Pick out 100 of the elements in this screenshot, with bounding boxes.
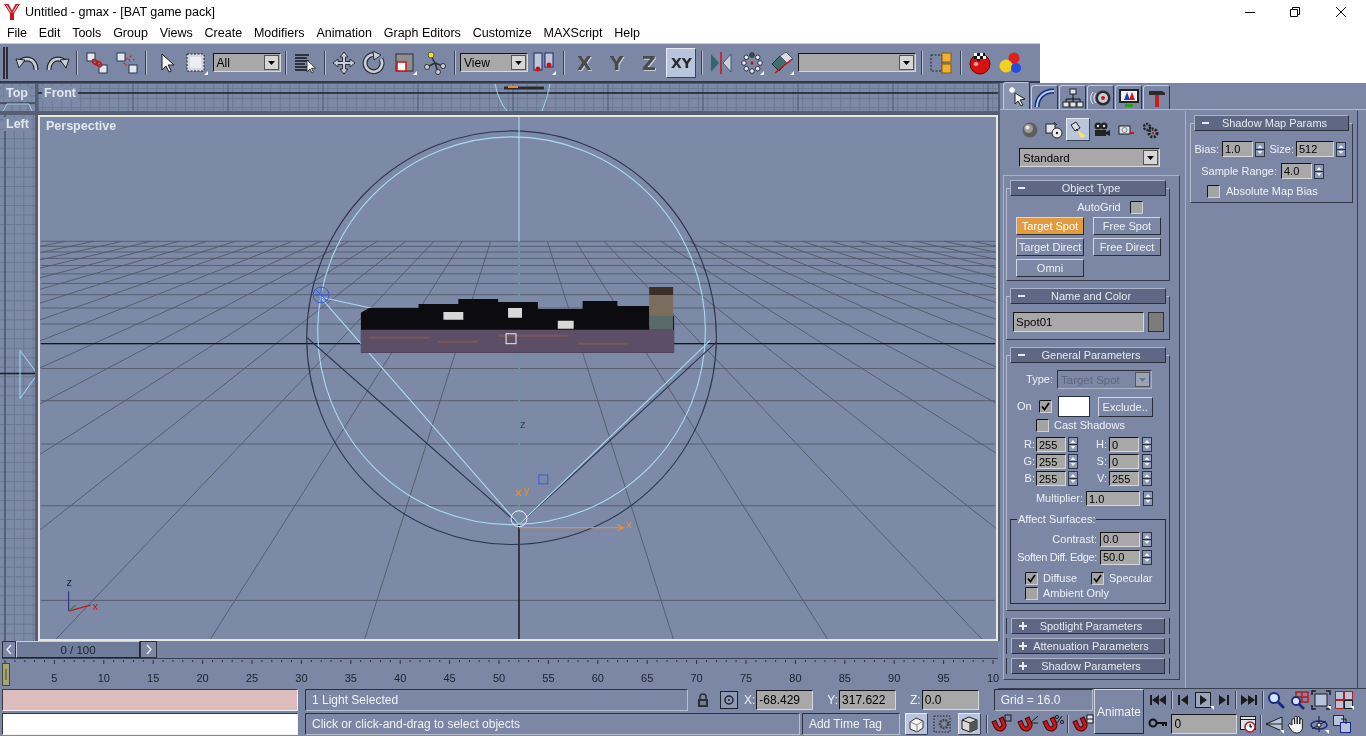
number-field[interactable]: 512 [1296, 141, 1334, 157]
checkbox[interactable] [1207, 185, 1220, 198]
move-icon[interactable] [332, 50, 357, 75]
chevron-left-icon[interactable] [2, 641, 16, 658]
menu-item[interactable]: Tools [66, 25, 108, 41]
spinner-icon[interactable] [1255, 141, 1265, 157]
checkbox[interactable] [1025, 572, 1038, 585]
menu-item[interactable]: Group [107, 25, 154, 41]
zoom-all-icon[interactable] [1288, 690, 1309, 710]
checkbox[interactable] [1038, 400, 1052, 413]
spinner-icon[interactable] [1142, 549, 1152, 565]
lock-icon[interactable] [697, 692, 709, 708]
spinner-icon[interactable] [1142, 531, 1152, 547]
time-config-icon[interactable] [1239, 715, 1257, 733]
spinner-icon[interactable] [1142, 437, 1152, 452]
menu-item[interactable]: Modifiers [248, 25, 311, 41]
number-field[interactable]: 0.0 [1100, 531, 1140, 547]
category-button[interactable] [1066, 118, 1090, 141]
field-of-view-icon[interactable] [1264, 714, 1284, 734]
rollout-header[interactable]: Attenuation Parameters [1011, 638, 1165, 654]
menu-item[interactable]: Animation [310, 25, 378, 41]
menu-item[interactable]: Views [153, 25, 199, 41]
rollout-header[interactable]: Shadow Map Params [1194, 115, 1349, 131]
material-spheres-icon[interactable] [998, 50, 1023, 75]
menu-item[interactable]: MAXScript [537, 25, 609, 41]
number-field[interactable]: 0 [1109, 437, 1139, 452]
menu-item[interactable]: Edit [32, 25, 67, 41]
selection-region-icon[interactable] [184, 50, 209, 75]
render-icon[interactable] [967, 50, 992, 75]
number-field[interactable]: 50.0 [1100, 549, 1140, 565]
plus-icon[interactable] [1019, 622, 1027, 630]
axis-constraint-button[interactable]: XY [666, 47, 697, 78]
magnet-icon[interactable] [1072, 714, 1094, 734]
spinner-icon[interactable] [1068, 471, 1078, 486]
plus-icon[interactable] [1019, 662, 1027, 670]
rollout-header[interactable]: General Parameters [1010, 347, 1166, 363]
spinner-icon[interactable] [1142, 454, 1152, 469]
spinner-icon[interactable] [1142, 471, 1152, 486]
rounded-cube-icon[interactable] [904, 713, 928, 735]
coordinate-field[interactable]: -68.429 [756, 690, 814, 710]
selection-filter-dropdown[interactable]: All [212, 53, 281, 72]
close-icon[interactable] [1336, 6, 1346, 17]
rollout-header[interactable]: Shadow Parameters [1011, 658, 1165, 674]
current-frame-field[interactable]: 0 [1170, 714, 1237, 734]
color-swatch-icon[interactable] [1148, 312, 1164, 332]
unlink-icon[interactable] [114, 50, 139, 75]
panel-tab[interactable] [1115, 85, 1142, 109]
mirror-icon[interactable] [709, 50, 734, 75]
plus-icon[interactable] [1019, 642, 1027, 650]
number-field[interactable]: 0 [1109, 454, 1139, 469]
zoom-icon[interactable] [1266, 690, 1286, 710]
panel-tab[interactable] [1003, 82, 1030, 109]
number-field[interactable]: 255 [1109, 471, 1139, 486]
number-field[interactable]: 1.0 [1086, 491, 1140, 506]
menu-item[interactable]: Graph Editors [377, 25, 467, 41]
color-swatch-icon[interactable] [1057, 396, 1090, 417]
play-icon[interactable] [1193, 690, 1214, 710]
pivot-point-icon[interactable] [532, 50, 557, 75]
maximize-viewport-icon[interactable] [1331, 714, 1352, 734]
circle-array-icon[interactable] [739, 50, 764, 75]
arc-rotate-icon[interactable] [1309, 714, 1329, 734]
time-slider-thumb[interactable]: 0 / 100 [16, 641, 140, 658]
frame-marker-icon[interactable] [2, 663, 10, 686]
spinner-icon[interactable] [1314, 163, 1324, 179]
menu-item[interactable]: Create [198, 25, 248, 41]
script-listener-field[interactable] [2, 713, 298, 735]
checkbox[interactable] [1036, 419, 1049, 432]
panel-tab[interactable] [1087, 85, 1114, 109]
named-selection-dropdown[interactable] [798, 53, 917, 72]
number-field[interactable]: 255 [1036, 454, 1066, 469]
toolbar-grip[interactable] [3, 46, 8, 79]
coordinate-field[interactable]: 0.0 [921, 690, 979, 710]
node-tripod-icon[interactable] [423, 50, 448, 75]
spinner-icon[interactable] [1143, 491, 1153, 506]
rotate-icon[interactable] [362, 50, 387, 75]
panel-tab[interactable] [1059, 85, 1086, 109]
name-field[interactable]: Spot01 [1013, 312, 1144, 332]
coordinate-field[interactable]: 317.622 [839, 690, 897, 710]
subcategory-dropdown[interactable]: Standard [1019, 148, 1160, 167]
spinner-icon[interactable] [1336, 141, 1346, 157]
menu-item[interactable]: Customize [466, 25, 538, 41]
selection-sets-icon[interactable] [929, 50, 954, 75]
number-field[interactable]: 1.0 [1222, 141, 1253, 157]
rollout-header[interactable]: Object Type [1010, 180, 1166, 196]
spinner-icon[interactable] [1068, 437, 1078, 452]
restore-icon[interactable] [1290, 6, 1300, 17]
cube-icon[interactable] [958, 713, 982, 735]
panel-tab[interactable] [1143, 85, 1170, 109]
chevron-right-icon[interactable] [140, 641, 157, 658]
spinner-icon[interactable] [1068, 454, 1078, 469]
scale-icon[interactable] [392, 50, 417, 75]
align-icon[interactable] [769, 50, 794, 75]
number-field[interactable]: 255 [1036, 437, 1066, 452]
menu-item[interactable]: File [1, 25, 33, 41]
checkbox[interactable] [1091, 572, 1104, 585]
zoom-extents-icon[interactable] [1311, 690, 1331, 710]
rollout-header[interactable]: Name and Color [1010, 288, 1166, 304]
link-icon[interactable] [84, 50, 109, 75]
rollout-header[interactable]: Spotlight Parameters [1011, 618, 1165, 634]
checkbox[interactable] [1129, 200, 1143, 214]
